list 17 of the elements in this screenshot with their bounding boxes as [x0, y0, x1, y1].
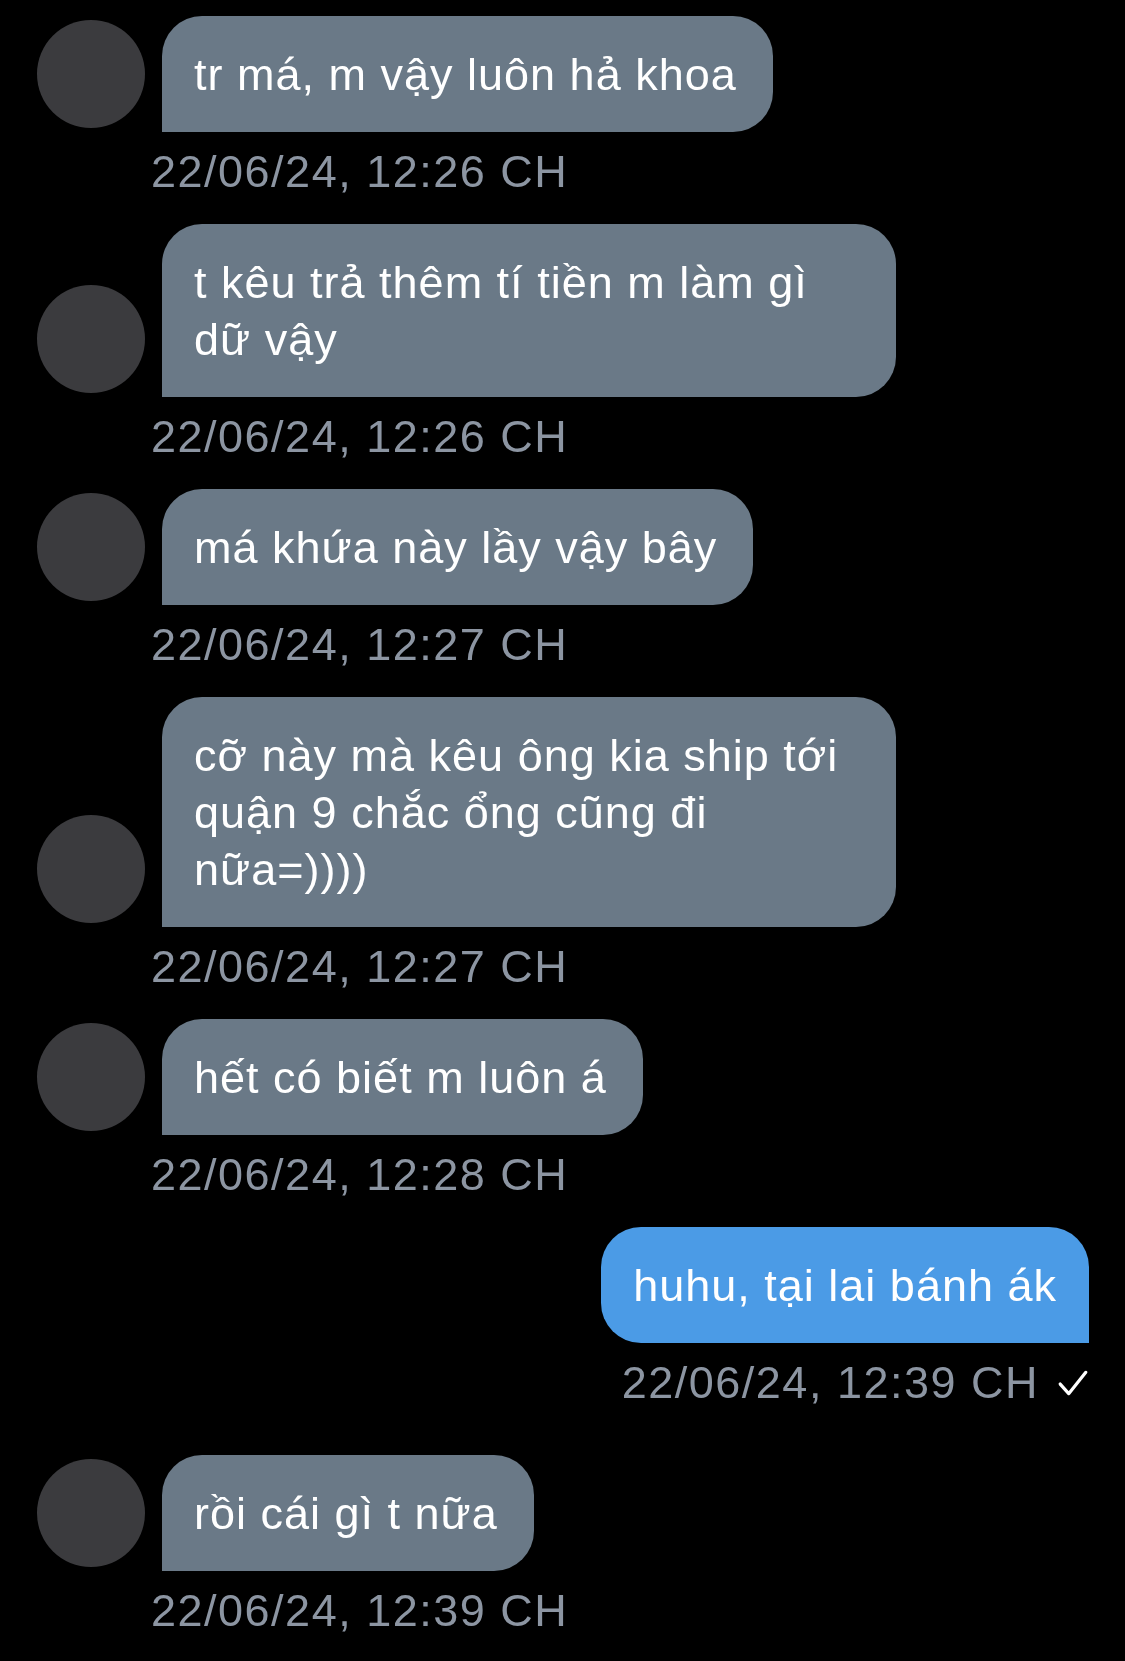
message-text: nữa=))))	[194, 843, 370, 897]
message-text: má khứa này lầy vậy bây	[194, 521, 718, 575]
message-text: hết có biết m luôn á	[194, 1051, 607, 1105]
timestamp: 22/06/24, 12:28 CH	[151, 1151, 569, 1199]
message-text: t kêu trả thêm tí tiền m làm gì	[194, 256, 809, 310]
timestamp: 22/06/24, 12:27 CH	[151, 943, 569, 991]
message-text: cỡ này mà kêu ông kia ship tới	[194, 729, 840, 783]
timestamp: 22/06/24, 12:26 CH	[151, 148, 569, 196]
timestamp: 22/06/24, 12:39 CH	[151, 1587, 569, 1635]
timestamp: 22/06/24, 12:26 CH	[151, 413, 569, 461]
timestamp: 22/06/24, 12:27 CH	[151, 621, 569, 669]
timestamp: 22/06/24, 12:39 CH	[621, 1359, 1039, 1407]
message-text: tr má, m vậy luôn hả khoa	[194, 48, 737, 102]
message-text: dữ vậy	[194, 313, 339, 367]
message-text: quận 9 chắc ổng cũng đi	[194, 786, 709, 840]
message-text: rồi cái gì t nữa	[194, 1487, 498, 1541]
message-text: huhu, tại lai bánh ák	[633, 1259, 1057, 1313]
